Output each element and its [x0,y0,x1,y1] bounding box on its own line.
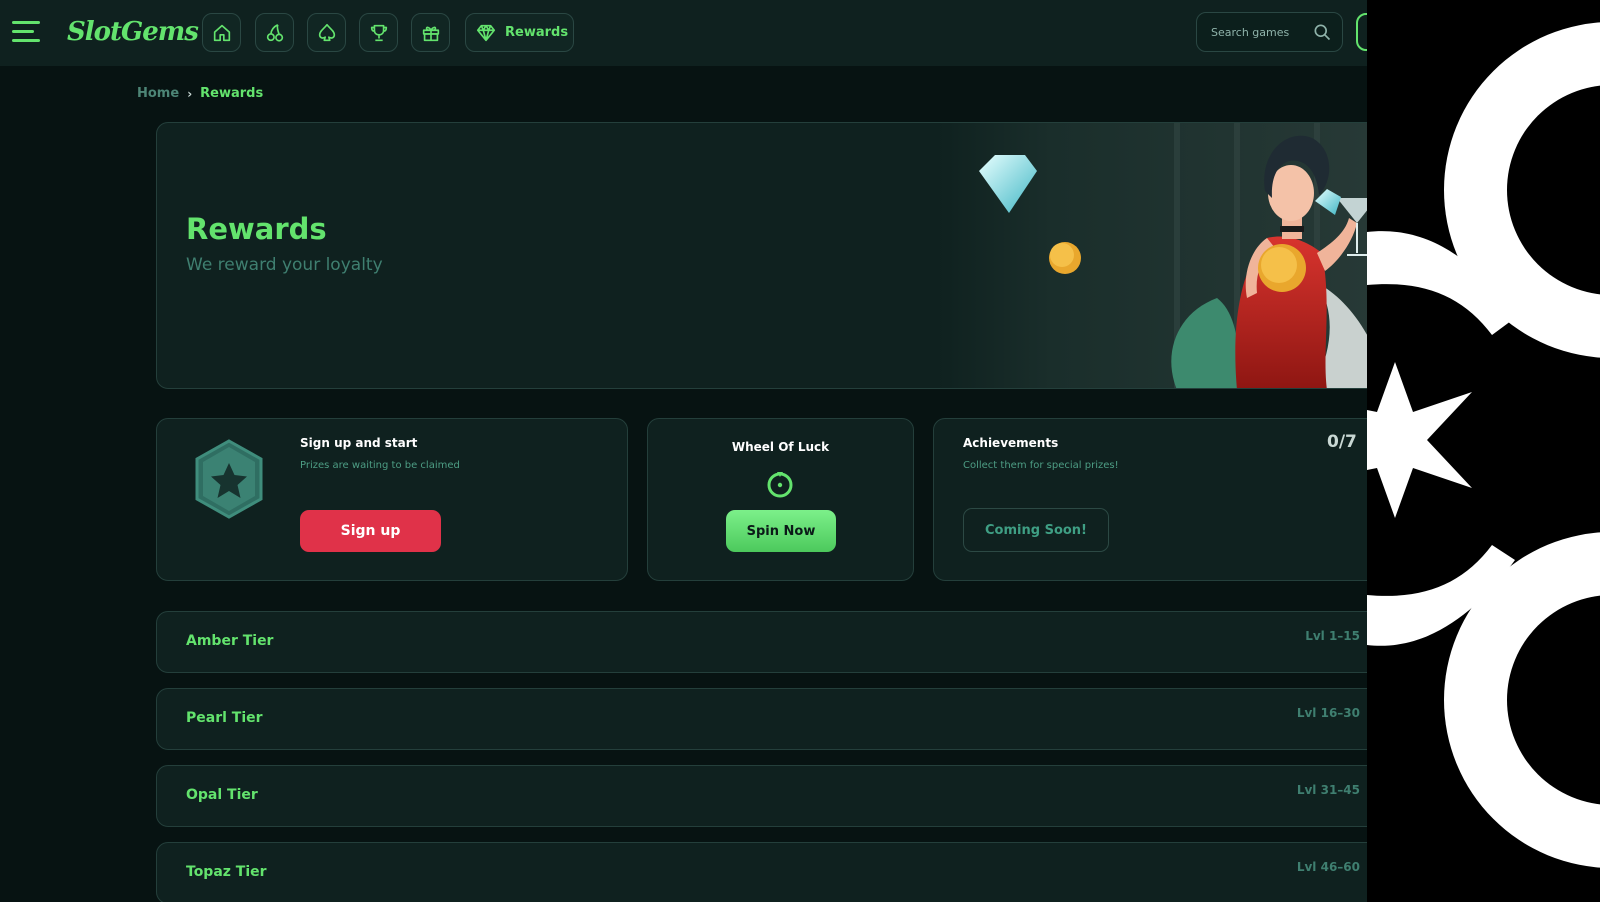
tier-levels: Lvl 46–60 [1296,860,1360,874]
page-subtitle: We reward your loyalty [186,255,383,275]
tier-levels: Lvl 1–15 [1305,629,1360,643]
signup-button[interactable]: Sign up [300,510,441,552]
breadcrumb-home-link[interactable]: Home [137,86,179,101]
search-input[interactable]: Search games [1196,12,1343,52]
tier-row-topaz[interactable]: Topaz Tier Lvl 46–60 [156,842,1367,902]
casino-app: SlotGems Rewards Search games Home › Rew… [0,0,1367,902]
nav-rewards-button[interactable]: Rewards [465,13,574,52]
signup-card-subtitle: Prizes are waiting to be claimed [300,460,460,471]
wheel-of-luck-card: Wheel Of Luck Spin Now [647,418,914,581]
rewards-hero-banner: Rewards We reward your loyalty [156,122,1367,389]
cherry-icon [266,23,283,42]
coming-soon-button: Coming Soon! [963,508,1109,552]
tier-name: Pearl Tier [186,710,263,726]
tier-levels: Lvl 31–45 [1296,783,1360,797]
diamond-icon [476,24,496,41]
top-navigation: SlotGems Rewards Search games [0,0,1367,66]
nav-rewards-label: Rewards [505,25,569,40]
hamburger-icon[interactable] [12,21,40,43]
achievements-card-title: Achievements [963,436,1059,450]
star-badge-icon [195,439,263,519]
breadcrumb-current: Rewards [200,86,264,101]
tier-name: Amber Tier [186,633,274,649]
spade-icon [318,23,335,41]
achievements-card-subtitle: Collect them for special prizes! [963,460,1119,471]
search-placeholder: Search games [1211,25,1290,39]
site-logo[interactable]: SlotGems [67,14,199,50]
nav-tournaments-button[interactable] [359,13,398,52]
tier-name: Opal Tier [186,787,258,803]
tier-row-opal[interactable]: Opal Tier Lvl 31–45 [156,765,1367,827]
home-icon [213,24,230,41]
wheel-icon [767,472,793,498]
tier-row-pearl[interactable]: Pearl Tier Lvl 16–30 [156,688,1367,750]
nav-slots-button[interactable] [255,13,294,52]
search-icon[interactable] [1312,22,1332,42]
achievements-count: 0/7 [1327,432,1357,452]
tier-row-amber[interactable]: Amber Tier Lvl 1–15 [156,611,1367,673]
nav-table-games-button[interactable] [307,13,346,52]
nav-home-button[interactable] [202,13,241,52]
signup-card-title: Sign up and start [300,436,418,450]
decorative-pattern-graphic [1367,22,1600,868]
login-button[interactable] [1356,13,1367,51]
achievements-card: Achievements Collect them for special pr… [933,418,1367,581]
tier-levels: Lvl 16–30 [1296,706,1360,720]
decorative-side-panel [1367,0,1600,902]
nav-promotions-button[interactable] [411,13,450,52]
hero-illustration [937,123,1367,388]
page-title: Rewards [186,212,327,246]
signup-card: Sign up and start Prizes are waiting to … [156,418,628,581]
wheel-card-title: Wheel Of Luck [731,440,830,454]
gift-icon [422,26,439,41]
trophy-icon [370,24,387,41]
spin-now-button[interactable]: Spin Now [726,510,836,552]
breadcrumb-separator: › [187,86,193,101]
breadcrumb: Home › Rewards [137,86,263,101]
tier-name: Topaz Tier [186,864,267,880]
